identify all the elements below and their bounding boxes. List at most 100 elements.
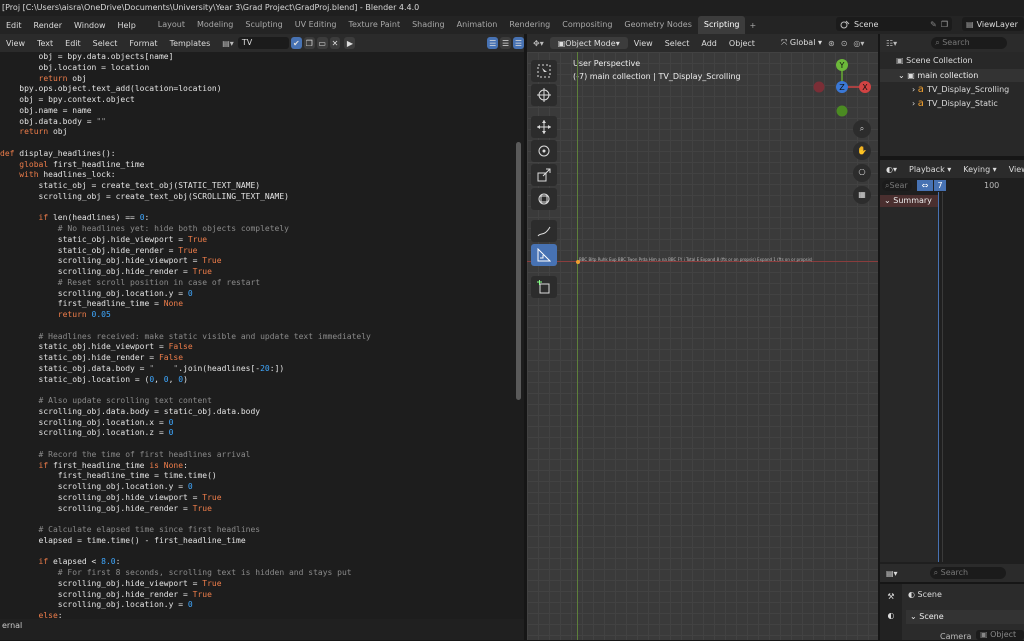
code-line[interactable]	[0, 439, 371, 450]
vp-menu-add[interactable]: Add	[695, 39, 723, 48]
code-line[interactable]: # Also update scrolling text content	[0, 396, 371, 407]
swap-icon[interactable]: ⇔	[917, 180, 933, 191]
tab-animation[interactable]: Animation	[451, 16, 504, 34]
move-icon[interactable]	[531, 116, 557, 138]
code-line[interactable]: scrolling_obj.hide_viewport = True	[0, 256, 371, 267]
code-line[interactable]: if first_headline_time is None:	[0, 461, 371, 472]
code-line[interactable]: scrolling_obj.data.body = static_obj.dat…	[0, 407, 371, 418]
code-line[interactable]: # Reset scroll position in case of resta…	[0, 278, 371, 289]
tab-shading[interactable]: Shading	[406, 16, 451, 34]
new-scene-icon[interactable]: ❐	[941, 20, 952, 29]
code-line[interactable]: scrolling_obj.hide_viewport = True	[0, 579, 371, 590]
proportional-edit-icon[interactable]: ◎▾	[853, 39, 864, 48]
timeline-editor-type-icon[interactable]: ◐▾	[880, 165, 903, 174]
summary-row[interactable]: ⌄ Summary	[880, 195, 938, 207]
code-line[interactable]: return obj	[0, 74, 371, 85]
tab-compositing[interactable]: Compositing	[556, 16, 618, 34]
outliner-row-tv-static[interactable]: › a TV_Display_Static	[912, 98, 998, 109]
run-script-icon[interactable]: ▶	[344, 37, 356, 49]
code-line[interactable]: return 0.05	[0, 310, 371, 321]
menu-edit[interactable]: Edit	[0, 21, 28, 30]
code-line[interactable]: obj = bpy.context.object	[0, 95, 371, 106]
code-line[interactable]: static_obj.hide_viewport = False	[0, 342, 371, 353]
vp-menu-object[interactable]: Object	[723, 39, 761, 48]
current-frame-indicator[interactable]: 7	[934, 180, 946, 191]
timeline[interactable]: ⌕Sear ⇔ 7 100 ⌄ Summary	[880, 178, 1024, 564]
menu-render[interactable]: Render	[28, 21, 68, 30]
te-menu-view[interactable]: View	[0, 39, 31, 48]
annotate-icon[interactable]	[531, 220, 557, 242]
code-line[interactable]: scrolling_obj.location.x = 0	[0, 418, 371, 429]
line-numbers-icon[interactable]: ☰	[487, 37, 499, 49]
outliner-row-tv-scrolling[interactable]: › a TV_Display_Scrolling	[912, 84, 1009, 95]
snap-icon[interactable]: ⊙	[841, 39, 848, 48]
code-editor[interactable]: obj = bpy.data.objects[name] obj.locatio…	[0, 52, 524, 619]
expand-chevron-icon[interactable]: ⌄	[898, 71, 907, 80]
rotate-icon[interactable]	[531, 140, 557, 162]
outliner-row-main-collection[interactable]: ⌄ ▣ main collection	[880, 69, 1024, 82]
code-line[interactable]: global first_headline_time	[0, 160, 371, 171]
timeline-menu-view[interactable]: View	[1003, 165, 1024, 174]
code-line[interactable]	[0, 514, 371, 525]
new-text-icon[interactable]: ❐	[303, 37, 315, 49]
code-line[interactable]: obj.name = name	[0, 106, 371, 117]
code-line[interactable]: elapsed = time.time() - first_headline_t…	[0, 536, 371, 547]
code-line[interactable]	[0, 321, 371, 332]
outliner-row-scene-collection[interactable]: ▣ Scene Collection	[896, 56, 973, 65]
code-line[interactable]: scrolling_obj.hide_viewport = True	[0, 493, 371, 504]
code-line[interactable]: # Calculate elapsed time since first hea…	[0, 525, 371, 536]
pivot-icon[interactable]: ⊛	[828, 39, 835, 48]
code-line[interactable]: static_obj = create_text_obj(STATIC_TEXT…	[0, 181, 371, 192]
code-line[interactable]	[0, 203, 371, 214]
code-line[interactable]: return obj	[0, 127, 371, 138]
tab-scripting[interactable]: Scripting	[697, 16, 746, 34]
code-line[interactable]	[0, 547, 371, 558]
scene-panel-header[interactable]: ⌄ Scene	[906, 610, 1024, 624]
code-line[interactable]: first_headline_time = time.time()	[0, 471, 371, 482]
outliner-editor-type-icon[interactable]: ☷▾	[880, 39, 903, 48]
code-line[interactable]: first_headline_time = None	[0, 299, 371, 310]
fake-user-icon[interactable]: ✔	[290, 37, 302, 49]
code-line[interactable]: scrolling_obj.location.y = 0	[0, 600, 371, 611]
code-line[interactable]: static_obj.hide_render = False	[0, 353, 371, 364]
editor-type-icon[interactable]: ✥▾	[527, 39, 550, 48]
add-workspace-icon[interactable]: +	[745, 21, 760, 30]
tab-modeling[interactable]: Modeling	[191, 16, 239, 34]
word-wrap-icon[interactable]: ☰	[500, 37, 512, 49]
tab-texture-paint[interactable]: Texture Paint	[342, 16, 406, 34]
code-line[interactable]: scrolling_obj.hide_render = True	[0, 590, 371, 601]
code-line[interactable]: static_obj.hide_render = True	[0, 246, 371, 257]
te-menu-text[interactable]: Text	[31, 39, 59, 48]
properties-editor-type-icon[interactable]: ▤▾	[880, 569, 904, 578]
code-line[interactable]: # Record the time of first headlines arr…	[0, 450, 371, 461]
outliner-search-field[interactable]: ⌕ Search	[931, 37, 1008, 49]
te-menu-select[interactable]: Select	[87, 39, 124, 48]
tab-geometry-nodes[interactable]: Geometry Nodes	[618, 16, 697, 34]
code-line[interactable]: obj.location = location	[0, 63, 371, 74]
code-line[interactable]	[0, 385, 371, 396]
properties-search-field[interactable]: ⌕ Search	[929, 567, 1006, 579]
text-name-field[interactable]: TV	[237, 37, 289, 49]
code-line[interactable]: else:	[0, 611, 371, 619]
code-text[interactable]: obj = bpy.data.objects[name] obj.locatio…	[0, 52, 371, 619]
scene-text-objects[interactable]: BBC Bitp Ruhk Eup BBC Twon Prda Him a na…	[579, 257, 812, 262]
object-mode-dropdown[interactable]: ▣ Object Mode ▾	[549, 37, 628, 49]
3d-viewport[interactable]: User Perspective (-7) main collection | …	[527, 52, 878, 640]
transform-orientation-dropdown[interactable]: ⤧ Global ▾	[781, 38, 822, 48]
code-line[interactable]: # No headlines yet: hide both objects co…	[0, 224, 371, 235]
code-line[interactable]: bpy.ops.object.text_add(location=locatio…	[0, 84, 371, 95]
open-text-icon[interactable]: ▭	[316, 37, 328, 49]
code-line[interactable]: scrolling_obj = create_text_obj(SCROLLIN…	[0, 192, 371, 203]
cursor-icon[interactable]	[531, 84, 557, 106]
view-layer-selector[interactable]: ▤ ViewLayer	[962, 17, 1024, 31]
editor-scrollbar[interactable]	[516, 142, 521, 400]
camera-field[interactable]: ▣ Object	[976, 630, 1024, 640]
pan-hand-icon[interactable]: ✋	[853, 142, 871, 160]
te-menu-edit[interactable]: Edit	[59, 39, 87, 48]
code-line[interactable]: scrolling_obj.hide_render = True	[0, 267, 371, 278]
vp-menu-view[interactable]: View	[628, 39, 659, 48]
code-line[interactable]: # For first 8 seconds, scrolling text is…	[0, 568, 371, 579]
tab-sculpting[interactable]: Sculpting	[239, 16, 288, 34]
timeline-search[interactable]: ⌕Sear	[882, 180, 912, 191]
select-box-icon[interactable]	[531, 60, 557, 82]
